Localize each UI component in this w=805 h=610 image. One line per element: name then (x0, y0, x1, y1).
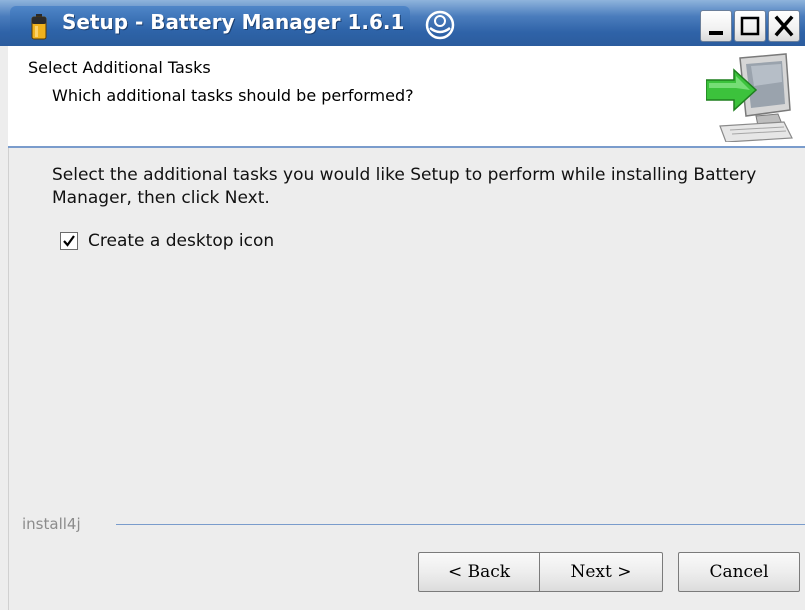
battery-icon (28, 14, 50, 40)
task-label: Create a desktop icon (88, 231, 275, 251)
title-bar[interactable]: Setup - Battery Manager 1.6.1 (0, 0, 805, 46)
task-create-desktop-icon[interactable]: Create a desktop icon (60, 230, 274, 252)
brand-divider (116, 524, 805, 525)
page-subtitle: Which additional tasks should be perform… (52, 86, 414, 105)
computer-install-arrow-icon (705, 52, 796, 143)
window-title: Setup - Battery Manager 1.6.1 (62, 10, 405, 34)
minimize-button[interactable] (700, 10, 732, 42)
wizard-body (8, 148, 805, 610)
back-button[interactable]: < Back (418, 552, 540, 592)
checkmark-icon (63, 235, 75, 247)
window-menu-icon[interactable] (418, 8, 462, 42)
close-button[interactable] (768, 10, 800, 42)
installer-window: Setup - Battery Manager 1.6.1 Select Add… (0, 0, 805, 610)
brand-label: install4j (22, 515, 81, 533)
task-description: Select the additional tasks you would li… (52, 165, 757, 208)
maximize-icon (740, 16, 760, 36)
maximize-button[interactable] (734, 10, 766, 42)
page-title: Select Additional Tasks (28, 58, 211, 77)
cancel-button[interactable]: Cancel (678, 552, 800, 592)
next-button[interactable]: Next > (539, 552, 663, 592)
close-icon (774, 15, 794, 37)
desktop-icon-checkbox[interactable] (60, 232, 78, 250)
minimize-icon (709, 31, 723, 35)
